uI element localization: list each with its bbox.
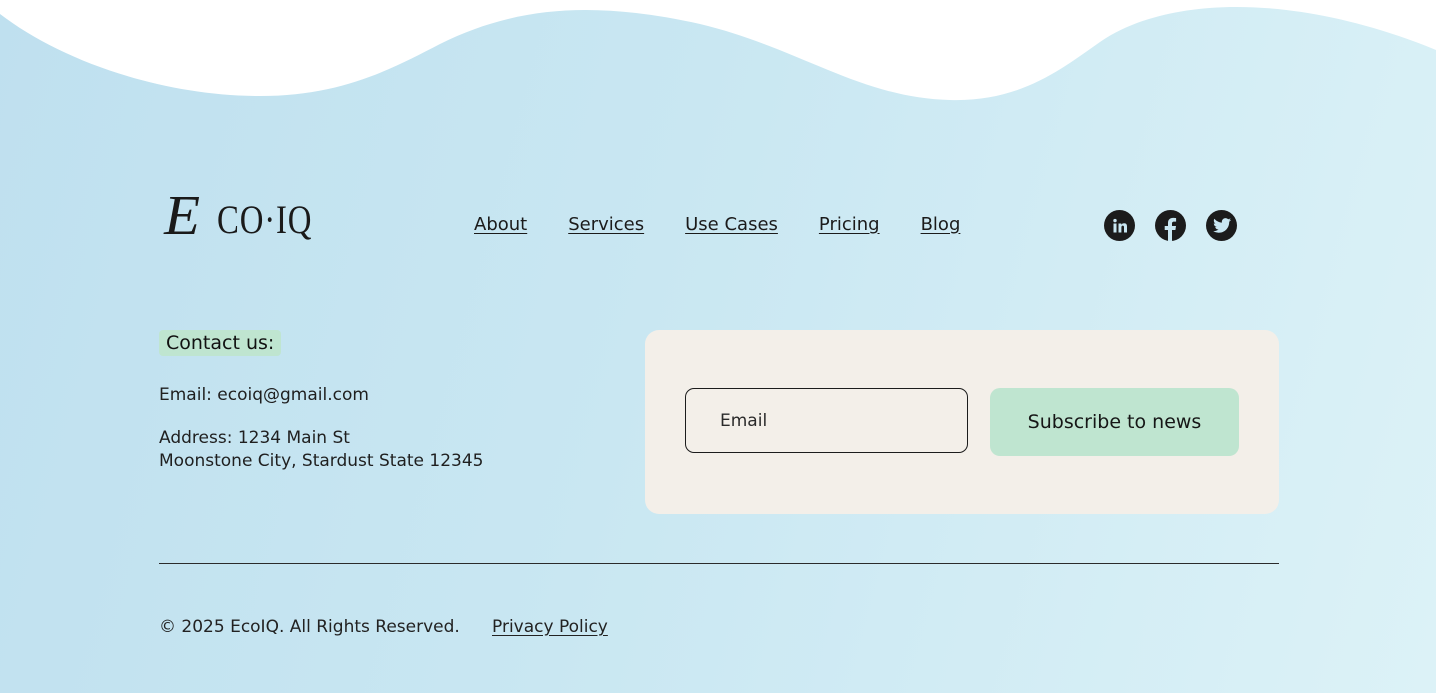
logo-wordmark: CO·IQ: [217, 197, 313, 242]
social-links: [1104, 210, 1237, 241]
linkedin-icon[interactable]: [1104, 210, 1135, 241]
nav-link-blog[interactable]: Blog: [921, 214, 961, 235]
nav-link-pricing[interactable]: Pricing: [819, 214, 880, 235]
newsletter-card: Subscribe to news: [645, 330, 1279, 514]
nav-link-use-cases[interactable]: Use Cases: [685, 214, 778, 235]
copyright-text: © 2025 EcoIQ. All Rights Reserved.: [159, 617, 460, 637]
subscribe-button[interactable]: Subscribe to news: [990, 388, 1239, 456]
email-field-wrapper: [685, 388, 968, 453]
footer-divider: [159, 563, 1279, 564]
privacy-policy-link[interactable]: Privacy Policy: [492, 617, 608, 637]
email-field[interactable]: [686, 389, 967, 452]
logo-initial: E: [164, 185, 201, 247]
footer-nav: About Services Use Cases Pricing Blog: [474, 214, 1001, 235]
contact-address-line2: Moonstone City, Stardust State 12345: [159, 451, 484, 471]
nav-link-services[interactable]: Services: [568, 214, 644, 235]
contact-address-line1: Address: 1234 Main St: [159, 428, 350, 448]
facebook-icon[interactable]: [1155, 210, 1186, 241]
top-wave-decoration: [0, 0, 1436, 101]
contact-heading: Contact us:: [159, 330, 282, 356]
brand-logo[interactable]: E CO·IQ: [164, 185, 325, 248]
twitter-icon[interactable]: [1206, 210, 1237, 241]
contact-email: Email: ecoiq@gmail.com: [159, 385, 369, 405]
nav-link-about[interactable]: About: [474, 214, 527, 235]
